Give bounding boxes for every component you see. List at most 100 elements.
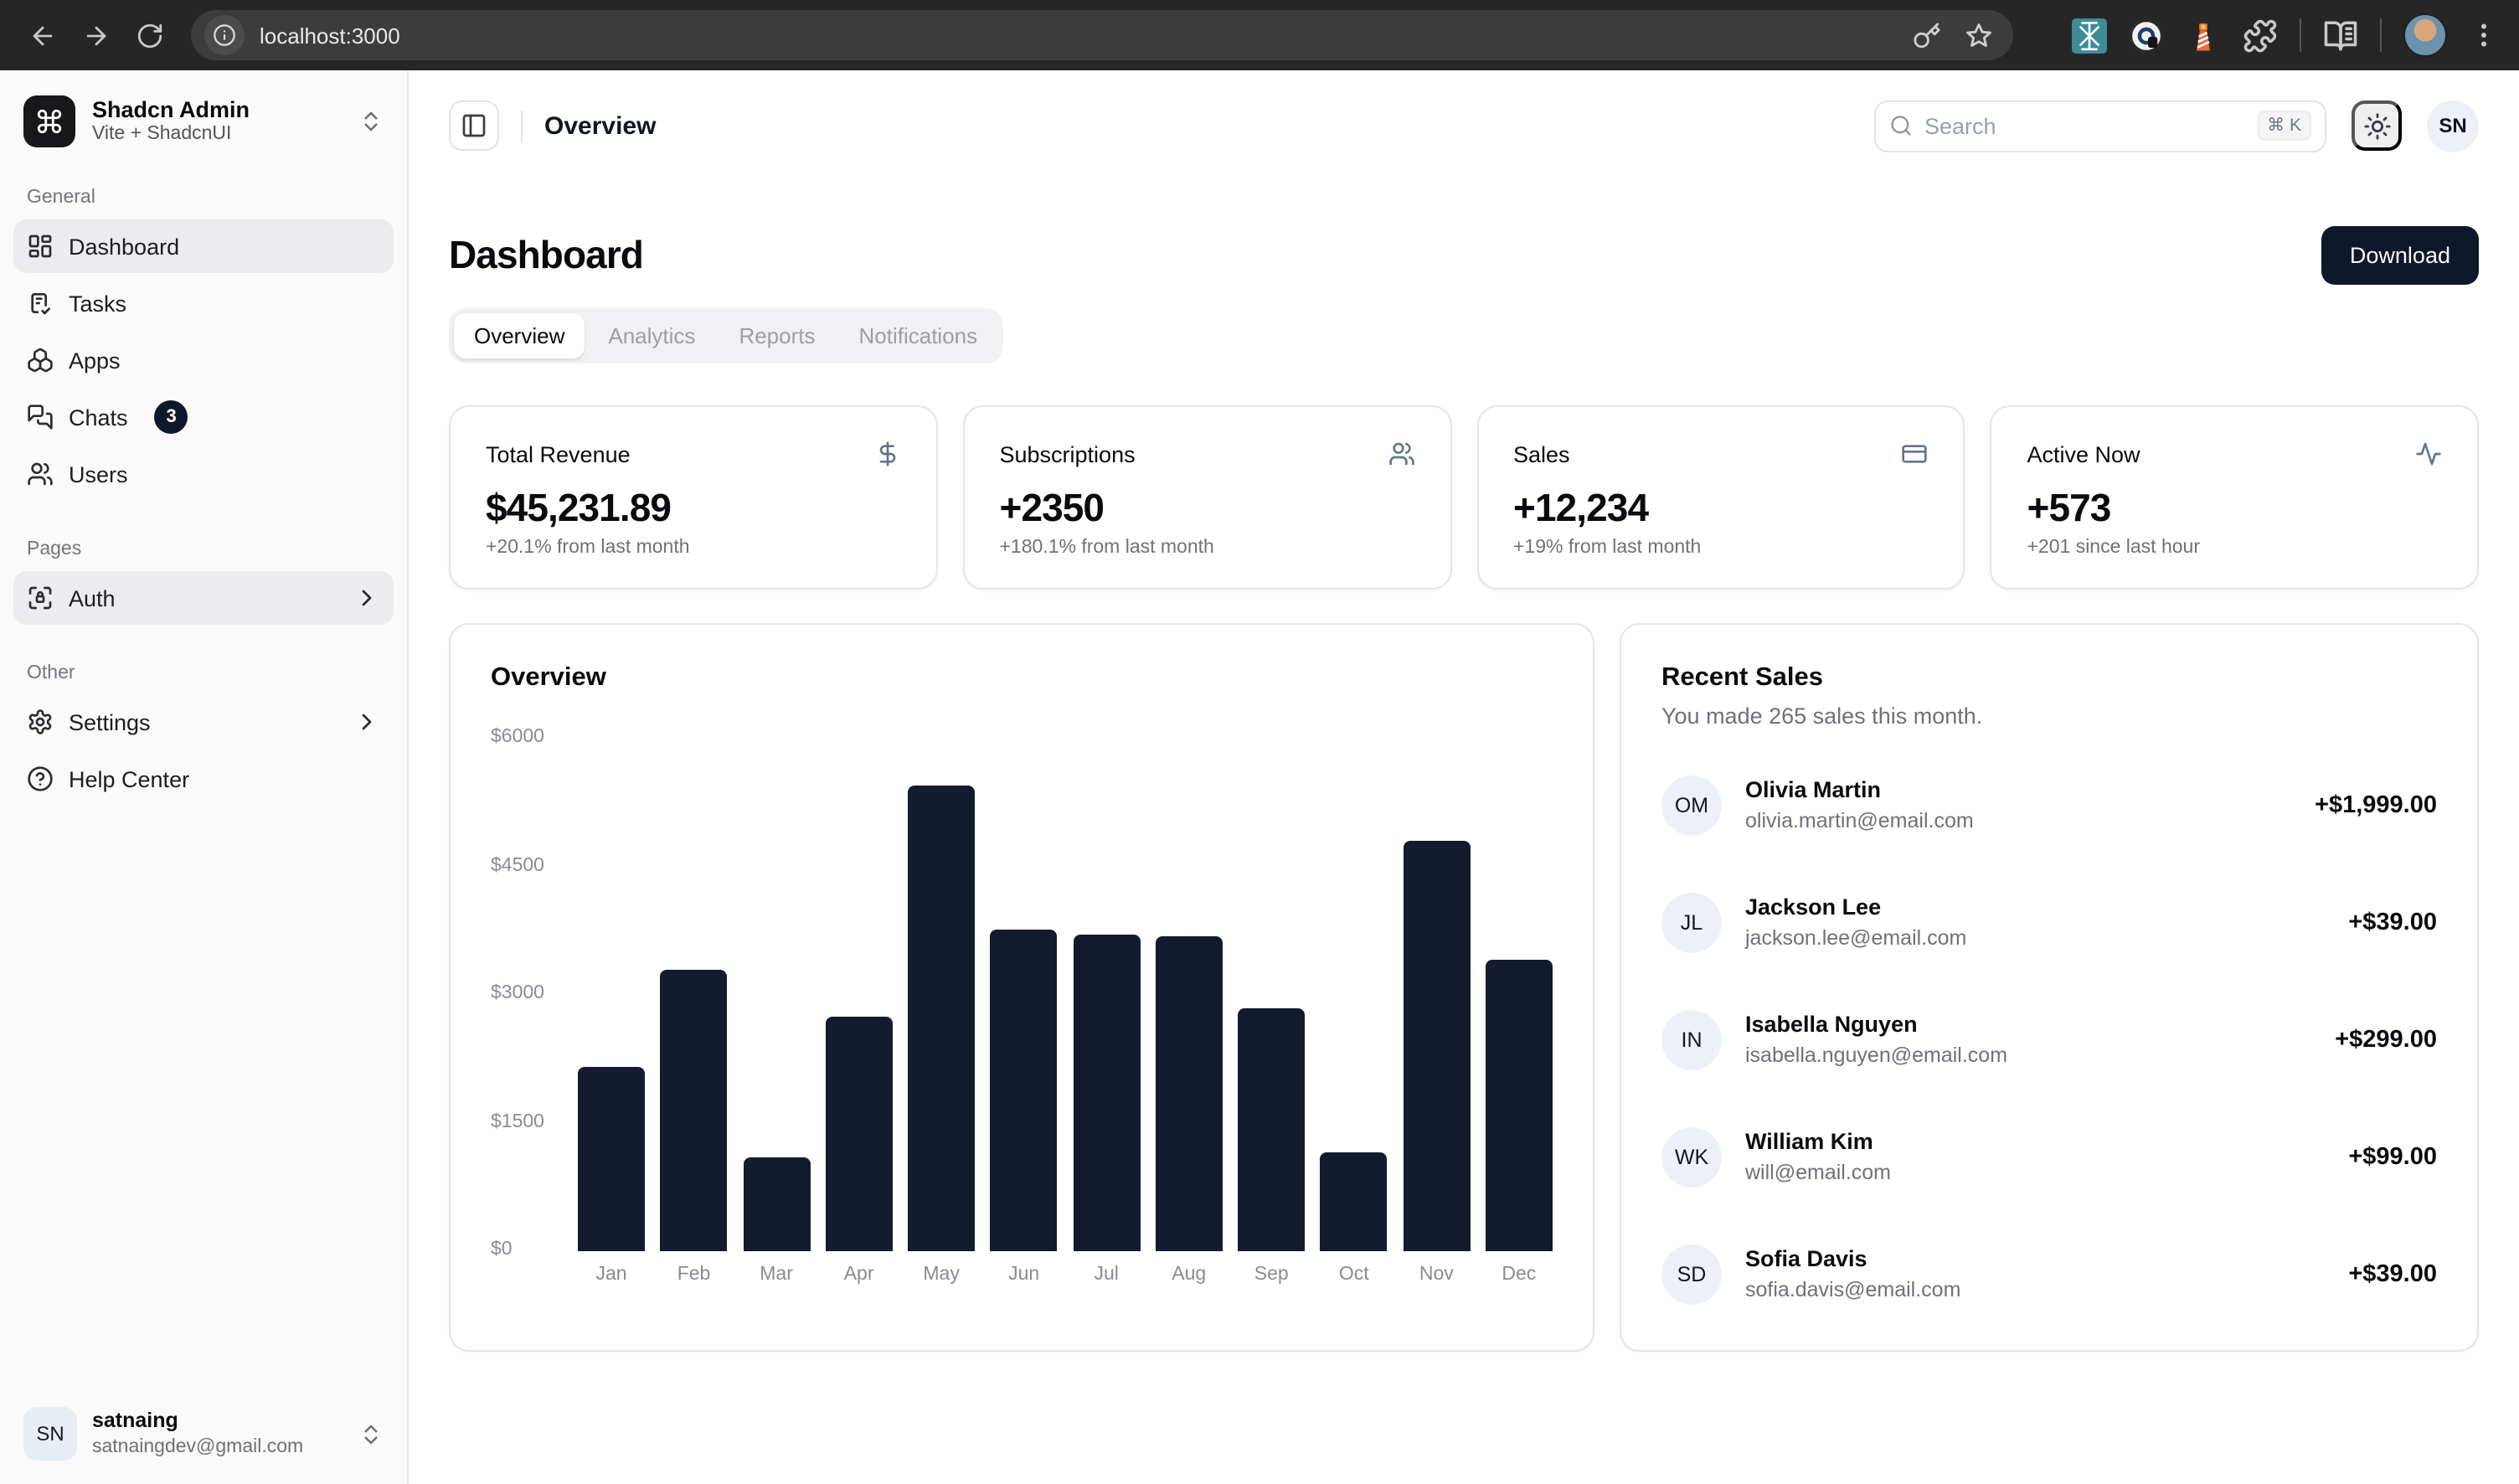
screen: localhost:3000 (0, 0, 2519, 1484)
section-label-general: General (13, 176, 394, 216)
sun-icon (2362, 111, 2391, 140)
chart-bar-sep (1238, 739, 1305, 1251)
stat-value: +12,234 (1513, 486, 1929, 531)
search-shortcut-badge: ⌘ K (2257, 111, 2311, 141)
search-box[interactable]: ⌘ K (1874, 100, 2326, 152)
sidebar-item-tasks[interactable]: Tasks (13, 276, 394, 330)
password-key-icon[interactable] (1913, 21, 1941, 49)
extensions-area (2017, 13, 2502, 57)
bar (908, 786, 975, 1251)
page-content: Dashboard Download OverviewAnalyticsRepo… (409, 181, 2519, 1352)
teal-grid-extension-icon[interactable] (2072, 18, 2107, 53)
reading-list-icon[interactable] (2323, 18, 2358, 53)
toolbar-divider (2300, 18, 2301, 52)
bar (991, 930, 1058, 1251)
team-switcher[interactable]: Shadcn Admin Vite + ShadcnUI (13, 84, 394, 159)
sale-row-sofia-davis: SDSofia Davissofia.davis@email.com+$39.0… (1661, 1216, 2437, 1333)
url-text[interactable]: localhost:3000 (260, 23, 1913, 48)
header-avatar[interactable]: SN (2427, 100, 2479, 152)
y-tick: $3000 (491, 983, 544, 1003)
theme-toggle-button[interactable] (2352, 100, 2402, 151)
bookmark-star-icon[interactable] (1965, 21, 1993, 49)
sidebar-item-label: Apps (69, 348, 121, 373)
sidebar-item-help-center[interactable]: Help Center (13, 752, 394, 806)
tab-reports[interactable]: Reports (719, 313, 835, 358)
browser-forward-button[interactable] (70, 10, 121, 60)
top-header: Overview ⌘ K SN (409, 70, 2519, 181)
tab-overview[interactable]: Overview (454, 313, 585, 358)
chart-bar-jul (1073, 739, 1140, 1251)
chevron-right-icon (353, 585, 380, 611)
sidebar-user-menu[interactable]: SN satnaing satnaingdev@gmail.com (13, 1397, 394, 1471)
chart-bar-feb (661, 739, 728, 1251)
sidebar-item-chats[interactable]: Chats3 (13, 390, 394, 444)
sidebar-item-apps[interactable]: Apps (13, 333, 394, 387)
lighthouse-extension-icon[interactable] (2186, 18, 2221, 53)
team-name: Shadcn Admin (92, 96, 250, 123)
breadcrumb: Overview (544, 111, 656, 140)
sidebar-toggle-button[interactable] (449, 100, 499, 151)
page-title: Dashboard (449, 233, 643, 278)
x-tick-jul: Jul (1073, 1265, 1140, 1285)
team-plan: Vite + ShadcnUI (92, 123, 250, 147)
sidebar-item-settings[interactable]: Settings (13, 695, 394, 749)
chevrons-up-down-icon (358, 1421, 384, 1446)
users-icon (27, 461, 54, 487)
stat-title: Active Now (2027, 441, 2140, 466)
stat-title: Subscriptions (1000, 441, 1136, 466)
browser-back-button[interactable] (17, 10, 67, 60)
site-info-button[interactable] (204, 15, 245, 55)
search-input[interactable] (1924, 113, 2245, 138)
y-tick: $0 (491, 1239, 513, 1260)
extensions-puzzle-icon[interactable] (2243, 18, 2278, 53)
recent-sales-title: Recent Sales (1661, 663, 2437, 693)
sale-email: jackson.lee@email.com (1745, 924, 1966, 953)
bar (826, 1017, 893, 1251)
stat-card-subscriptions: Subscriptions+2350+180.1% from last mont… (963, 405, 1452, 590)
tab-analytics[interactable]: Analytics (588, 313, 715, 358)
sale-amount: +$39.00 (2348, 909, 2437, 936)
x-tick-jun: Jun (991, 1265, 1058, 1285)
sidebar-item-dashboard[interactable]: Dashboard (13, 219, 394, 273)
bar (1238, 1008, 1305, 1251)
sidebar-item-auth[interactable]: Auth (13, 571, 394, 625)
header-divider (521, 110, 523, 142)
chart-bar-jan (578, 739, 645, 1251)
tab-notifications[interactable]: Notifications (839, 313, 998, 358)
panel-left-icon (461, 112, 487, 139)
bar-chart: $6000$4500$3000$1500$0 JanFebMarAprMayJu… (491, 739, 1553, 1285)
stat-card-total-revenue: Total Revenue$45,231.89+20.1% from last … (449, 405, 938, 590)
stat-change: +180.1% from last month (1000, 538, 1415, 558)
user-email: satnaingdev@gmail.com (92, 1435, 303, 1459)
sidebar-item-label: Auth (69, 585, 116, 611)
sale-amount: +$39.00 (2348, 1261, 2437, 1288)
sale-row-william-kim: WKWilliam Kimwill@email.com+$99.00 (1661, 1099, 2437, 1216)
chart-title: Overview (491, 663, 1553, 693)
x-tick-aug: Aug (1156, 1265, 1223, 1285)
sidebar-nav: GeneralDashboardTasks Apps Chats3 Users Page… (13, 166, 394, 1397)
chart-bar-mar (743, 739, 810, 1251)
sale-email: sofia.davis@email.com (1745, 1275, 1960, 1305)
sidebar-item-users[interactable]: Users (13, 447, 394, 501)
x-tick-dec: Dec (1486, 1265, 1553, 1285)
sale-avatar: SD (1661, 1244, 1722, 1305)
recent-sales-subtitle: You made 265 sales this month. (1661, 703, 2437, 729)
section-label-pages: Pages (13, 528, 394, 568)
browser-reload-button[interactable] (124, 10, 174, 60)
address-bar[interactable]: localhost:3000 (191, 10, 2013, 60)
main-area: Overview ⌘ K SN Dashboard Download Over (409, 70, 2519, 1484)
y-tick: $6000 (491, 727, 544, 747)
app-logo (23, 95, 75, 147)
dollar-icon (874, 441, 901, 467)
stat-title: Total Revenue (486, 441, 631, 466)
sale-amount: +$99.00 (2348, 1144, 2437, 1171)
download-button[interactable]: Download (2321, 226, 2479, 285)
sidebar-item-label: Users (69, 461, 128, 487)
browser-menu-icon[interactable] (2469, 20, 2499, 50)
chart-bar-jun (991, 739, 1058, 1251)
bar (1486, 960, 1553, 1251)
chevron-right-icon (353, 709, 380, 735)
password-manager-extension-icon[interactable] (2129, 18, 2164, 53)
browser-profile-avatar[interactable] (2403, 13, 2447, 57)
sale-row-olivia-martin: OMOlivia Martinolivia.martin@email.com+$… (1661, 747, 2437, 864)
